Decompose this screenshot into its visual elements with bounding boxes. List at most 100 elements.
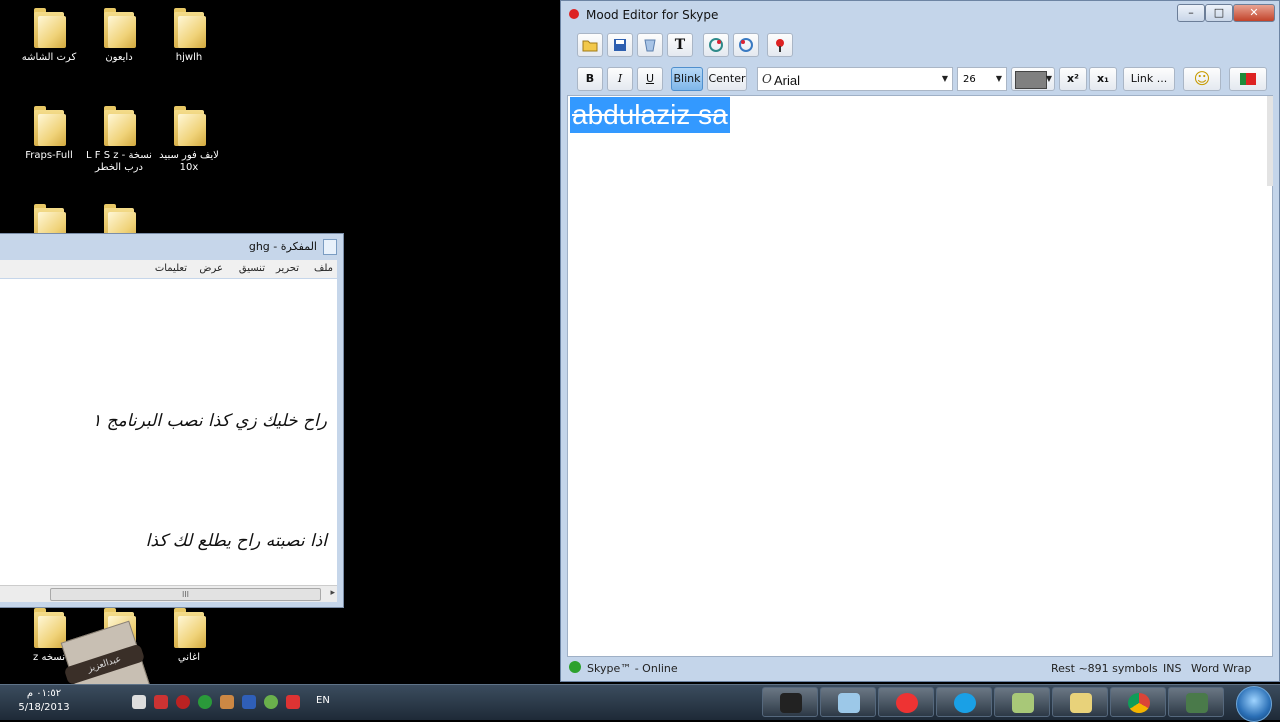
minimize-button[interactable]: – [1177, 4, 1205, 22]
desktop-icon-label: Fraps-Full [25, 150, 73, 161]
refresh-button[interactable] [703, 33, 729, 57]
notepad-titlebar[interactable]: ghg - المفكرة [0, 234, 343, 258]
network-icon[interactable] [154, 695, 168, 709]
format-toolbar: B I U Blink Center O Arial ▼ 26 ▼ ▼ x² x… [573, 65, 1267, 93]
taskbar-app[interactable] [762, 687, 818, 717]
tray-green-icon[interactable] [264, 695, 278, 709]
bold-button[interactable]: B [577, 67, 603, 91]
camera-icon [780, 693, 802, 713]
text-icon: T [674, 37, 686, 53]
folder-icon [172, 608, 206, 648]
desktop-icon[interactable]: دايعون [82, 8, 156, 64]
utorrent-icon[interactable] [198, 695, 212, 709]
notepad-line: اذا نصبته راح يطلع لك كذا [145, 531, 327, 551]
scroll-right-arrow-icon[interactable]: ▸ [330, 588, 335, 598]
battery-icon[interactable] [132, 695, 146, 709]
font-select[interactable]: O Arial ▼ [757, 67, 953, 91]
underline-button[interactable]: U [637, 67, 663, 91]
notepad-menubar: ملف تحرير تنسيق عرض تعليمات [0, 260, 337, 278]
tray-app-icon[interactable] [220, 695, 234, 709]
window-icon [838, 693, 860, 713]
notepad-text-area[interactable]: راح خليك زي كذا نصب البرنامج ١ اذا نصبته… [0, 279, 337, 585]
desktop-icon[interactable]: اغاني [152, 608, 226, 664]
chevron-down-icon[interactable]: ▼ [996, 74, 1002, 83]
chrome-icon [1128, 693, 1150, 713]
text-color-picker[interactable]: ▼ [1011, 67, 1055, 91]
save-button[interactable] [607, 33, 633, 57]
mood-editor-titlebar[interactable]: Mood Editor for Skype – □ ✕ [561, 1, 1279, 29]
taskbar-app[interactable] [1052, 687, 1108, 717]
clock-time: ٠١:٥٢ م [26, 688, 62, 699]
open-icon [582, 40, 598, 52]
link-button[interactable]: Link ... [1123, 67, 1175, 91]
emoticon-button[interactable]: ☺ [1183, 67, 1221, 91]
desktop-icon[interactable]: Fraps-Full [12, 106, 86, 162]
language-indicator[interactable]: EN [316, 695, 330, 706]
desktop-icon[interactable]: hjwlh [152, 8, 226, 64]
recorder-tray-icon[interactable] [176, 695, 190, 709]
taskbar-app[interactable] [1110, 687, 1166, 717]
menu-edit[interactable]: تحرير [276, 263, 299, 274]
skype-online-icon [569, 661, 581, 673]
tray-red-icon[interactable] [286, 695, 300, 709]
taskbar-app[interactable] [878, 687, 934, 717]
subscript-button[interactable]: x₁ [1089, 67, 1117, 91]
taskbar-app[interactable] [820, 687, 876, 717]
menu-format[interactable]: تنسيق [239, 263, 265, 274]
font-type-icon: O [762, 72, 772, 86]
desktop-icon-label: اغاني [177, 652, 201, 663]
shield-icon[interactable] [242, 695, 256, 709]
main-toolbar: T [573, 31, 797, 59]
notepad-horizontal-scrollbar[interactable]: III ▸ [0, 585, 337, 602]
insert-mode: INS [1163, 662, 1182, 675]
desktop-icon[interactable]: L F S z - نسخة درب الخطر [82, 106, 156, 174]
start-button[interactable] [1236, 686, 1272, 722]
font-size-value: 26 [963, 74, 976, 85]
selected-mood-text[interactable]: abdulaziz sa [570, 97, 730, 133]
desktop-icon[interactable]: كرت الشاشه [12, 8, 86, 64]
desktop-icon[interactable]: لايف فور سبيد 10x [152, 106, 226, 174]
menu-view[interactable]: عرض [199, 263, 223, 274]
smiley-icon: ☺ [1193, 69, 1211, 88]
blink-button[interactable]: Blink [671, 67, 703, 91]
clear-button[interactable] [637, 33, 663, 57]
clear-icon [644, 39, 656, 52]
folder-icon [172, 106, 206, 146]
flag-button[interactable] [1229, 67, 1267, 91]
italic-button[interactable]: I [607, 67, 633, 91]
open-button[interactable] [577, 33, 603, 57]
superscript-button[interactable]: x² [1059, 67, 1087, 91]
pin-button[interactable] [767, 33, 793, 57]
skype-status: Skype™ - Online [587, 662, 678, 675]
notepad-icon [1012, 693, 1034, 713]
monitor-icon [1186, 693, 1208, 713]
sync-button[interactable] [733, 33, 759, 57]
mood-text-editor[interactable]: abdulaziz sa [567, 95, 1273, 657]
scrollbar-thumb[interactable]: III [50, 588, 321, 601]
taskbar-app[interactable] [994, 687, 1050, 717]
taskbar-app[interactable] [936, 687, 992, 717]
center-button[interactable]: Center [707, 67, 747, 91]
skype-icon [954, 693, 976, 713]
mood-editor-window[interactable]: Mood Editor for Skype – □ ✕ T B I U Blin [560, 0, 1280, 682]
recorder-icon [896, 693, 918, 713]
clock[interactable]: ٠١:٥٢ م 5/18/2013 [12, 687, 76, 715]
font-size-select[interactable]: 26 ▼ [957, 67, 1007, 91]
chevron-down-icon[interactable]: ▼ [1046, 74, 1052, 83]
maximize-button[interactable]: □ [1205, 4, 1233, 22]
save-icon [614, 39, 626, 51]
app-icon [569, 9, 579, 19]
flag-icon [1240, 73, 1256, 85]
notepad-title: ghg - المفكرة [248, 240, 317, 253]
close-button[interactable]: ✕ [1233, 4, 1275, 22]
mood-editor-title: Mood Editor for Skype [586, 8, 719, 22]
editor-vertical-scrollbar[interactable] [1267, 96, 1273, 186]
menu-file[interactable]: ملف [314, 263, 333, 274]
menu-help[interactable]: تعليمات [155, 263, 187, 274]
desktop-icon-label: L F S z - نسخة درب الخطر [86, 150, 152, 173]
taskbar-app[interactable] [1168, 687, 1224, 717]
desktop-icon-label: دايعون [105, 52, 133, 63]
notepad-window[interactable]: ghg - المفكرة ملف تحرير تنسيق عرض تعليما… [0, 233, 344, 608]
text-button[interactable]: T [667, 33, 693, 57]
chevron-down-icon[interactable]: ▼ [942, 74, 948, 83]
